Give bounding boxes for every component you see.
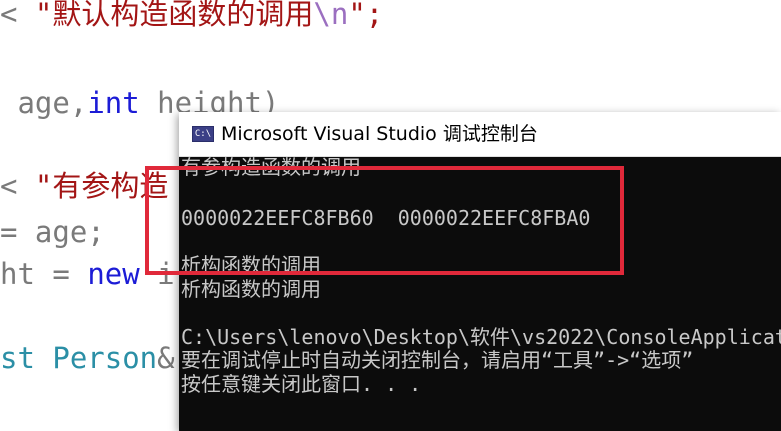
code-line-3: < "有参构造 <box>0 166 168 206</box>
code-keyword: int <box>87 86 140 120</box>
code-escape: \n <box>313 0 349 31</box>
code-string: "默认构造函数的调用 <box>34 0 314 31</box>
console-app-icon: C:\ <box>192 126 214 142</box>
console-titlebar[interactable]: C:\ Microsoft Visual Studio 调试控制台 <box>179 112 781 157</box>
highlight-box <box>145 166 624 275</box>
console-line: 按任意键关闭此窗口. . . <box>181 372 422 396</box>
code-line-6: st Person& <box>0 338 175 378</box>
console-line: 析构函数的调用 <box>181 277 321 301</box>
code-text: age, <box>0 86 88 120</box>
code-line-1: < "默认构造函数的调用\n"; <box>0 0 383 34</box>
code-token-lt: < <box>0 0 35 31</box>
code-keyword: new <box>87 257 140 291</box>
console-line: C:\Users\lenovo\Desktop\软件\vs2022\Consol… <box>181 325 781 349</box>
code-line-4: = age; <box>0 215 105 249</box>
console-title: Microsoft Visual Studio 调试控制台 <box>221 123 538 145</box>
code-text: & <box>157 341 175 375</box>
console-line: 要在调试停止时自动关闭控制台，请启用“工具”->“选项” <box>181 348 694 372</box>
code-type: st Person <box>0 341 158 375</box>
code-string-end: "; <box>348 0 384 31</box>
code-token-lt: < <box>0 169 35 203</box>
code-text: ht = <box>0 257 88 291</box>
